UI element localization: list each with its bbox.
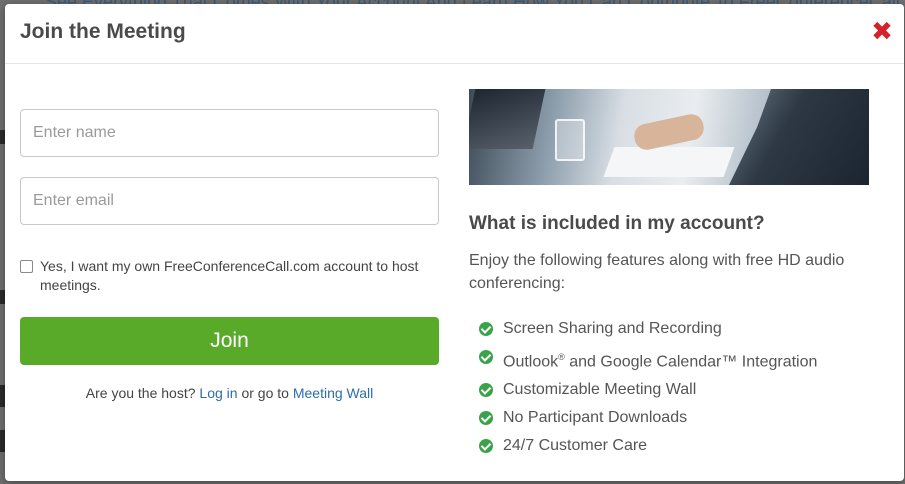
host-prompt-text: Are you the host? [85,385,196,401]
host-account-checkbox[interactable] [20,260,33,273]
feature-item: Customizable Meeting Wall [469,376,879,404]
account-features-heading: What is included in my account? [469,213,765,234]
check-circle-icon [479,350,493,364]
account-info-panel: What is included in my account? Enjoy th… [469,89,879,460]
host-account-checkbox-label[interactable]: Yes, I want my own FreeConferenceCall.co… [40,258,418,293]
check-circle-icon [479,383,493,398]
feature-item: No Participant Downloads [469,404,879,432]
check-circle-icon [479,411,493,426]
feature-item: Screen Sharing and Recording [469,315,879,343]
host-login-line: Are you the host? Log in or go to Meetin… [20,385,439,401]
modal-header: Join the Meeting ✖ [5,4,904,64]
host-account-option: Yes, I want my own FreeConferenceCall.co… [20,257,439,295]
email-input[interactable] [20,177,439,225]
feature-list: Screen Sharing and Recording Outlook® an… [469,315,879,460]
login-link[interactable]: Log in [199,385,237,401]
join-meeting-modal: Join the Meeting ✖ Yes, I want my own Fr… [5,4,904,481]
modal-title: Join the Meeting [20,20,186,43]
close-icon[interactable]: ✖ [870,18,894,46]
feature-item: Outlook® and Google Calendar™ Integratio… [469,343,879,376]
name-input[interactable] [20,109,439,157]
account-features-intro: Enjoy the following features along with … [469,252,845,292]
feature-item: 24/7 Customer Care [469,432,879,460]
check-circle-icon [479,439,493,454]
join-button[interactable]: Join [20,317,439,365]
join-form: Yes, I want my own FreeConferenceCall.co… [20,109,439,401]
check-circle-icon [479,322,493,336]
business-meeting-photo [469,89,869,185]
or-go-to-text: or go to [241,385,289,401]
meeting-wall-link[interactable]: Meeting Wall [293,385,373,401]
